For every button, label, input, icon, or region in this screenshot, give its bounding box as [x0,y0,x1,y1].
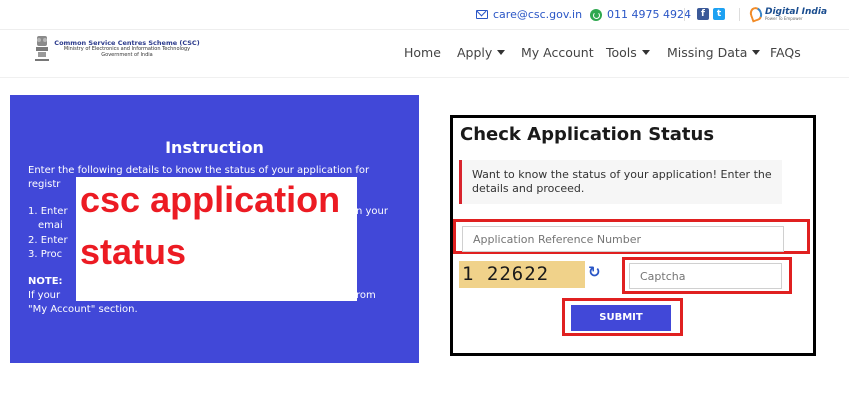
nav-label: FAQs [770,45,801,60]
nav-faqs[interactable]: FAQs [770,45,801,60]
nav-tools[interactable]: Tools [606,45,650,60]
captcha-highlight [622,257,792,294]
instruction-line: registr [28,179,61,190]
check-status-panel: Check Application Status Want to know th… [450,115,816,356]
captcha-text: 1 22622 [462,263,550,285]
nav-my-account[interactable]: My Account [521,45,594,60]
caption-overlay: csc application status [76,177,357,301]
phone-icon [590,8,602,21]
refresh-captcha-icon[interactable]: ↻ [588,263,604,281]
reference-highlight [453,219,810,254]
phone-link[interactable]: 011 4975 4924 [590,8,691,21]
nav-apply[interactable]: Apply [457,45,506,60]
digital-india-logo[interactable]: Digital India Power To Empower [747,5,827,23]
instruction-line: If your [28,290,61,301]
reference-number-input[interactable] [462,226,784,252]
submit-highlight: SUBMIT [562,298,683,336]
national-emblem-icon[interactable] [33,34,51,66]
instruction-line: 1. Enter [28,206,68,217]
instruction-line: 2. Enter [28,235,68,246]
caption-line-2: status [80,231,187,272]
instruction-line: Enter the following details to know the … [28,165,370,176]
nav-label: Home [404,45,441,60]
divider [739,8,740,21]
instruction-line: n your [356,206,389,217]
nav-label: Missing Data [667,45,748,60]
phone-text: 011 4975 4924 [607,8,691,21]
digital-india-icon [747,5,765,23]
mail-icon [476,10,488,19]
info-note: Want to know the status of your applicat… [459,160,782,204]
captcha-input[interactable] [629,263,782,289]
site-header: Common Service Centres Scheme (CSC) Mini… [0,30,849,78]
instruction-line: rom [356,290,376,301]
instruction-line: "My Account" section. [28,304,138,315]
brand-block[interactable]: Common Service Centres Scheme (CSC) Mini… [52,39,202,59]
instruction-line: emai [38,220,63,231]
caret-down-icon [497,50,506,55]
caret-down-icon [641,50,650,55]
caption-line-1: csc application [80,179,341,220]
nav-label: My Account [521,45,594,60]
instruction-line: 3. Proc [28,249,63,260]
facebook-icon[interactable]: f [697,8,709,20]
nav-label: Tools [606,45,637,60]
instruction-title: Instruction [165,138,264,157]
twitter-icon[interactable]: t [713,8,725,20]
panel-title: Check Application Status [460,124,715,145]
brand-government: Government of India [101,52,153,59]
nav-home[interactable]: Home [404,45,441,60]
nav-label: Apply [457,45,493,60]
caret-down-icon [752,50,761,55]
top-contact-bar: care@csc.gov.in 011 4975 4924 f t Digita… [0,0,849,30]
nav-missing-data[interactable]: Missing Data [667,45,761,60]
email-text: care@csc.gov.in [493,8,583,21]
captcha-image: 1 22622 [459,261,585,288]
digital-india-tagline: Power To Empower [765,15,803,21]
submit-button[interactable]: SUBMIT [571,305,671,331]
instruction-note-label: NOTE: [28,276,63,287]
divider [684,8,685,21]
email-link[interactable]: care@csc.gov.in [476,8,582,21]
